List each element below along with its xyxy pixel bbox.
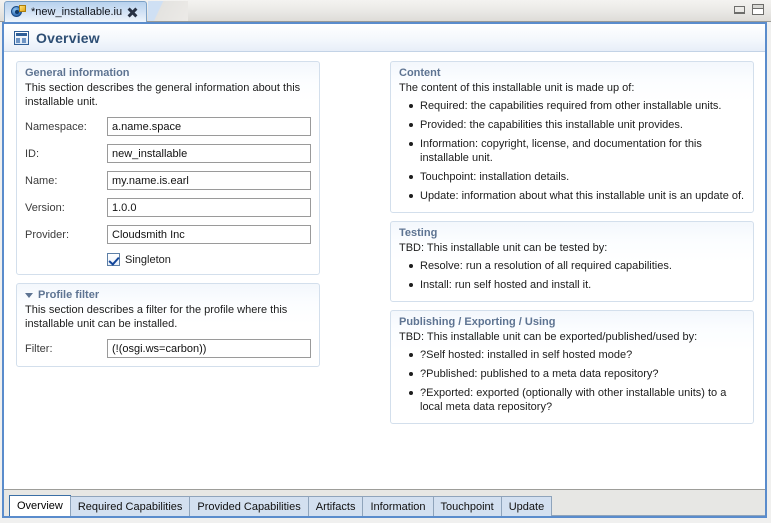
section-description-profile-filter: This section describes a filter for the … — [25, 304, 288, 330]
section-intro-testing: TBD: This installable unit can be tested… — [399, 242, 608, 254]
section-title-publishing: Publishing / Exporting / Using — [399, 316, 745, 328]
maximize-icon[interactable] — [752, 4, 764, 15]
tab-touchpoint[interactable]: Touchpoint — [432, 496, 502, 516]
field-row-filter: Filter: — [25, 339, 311, 358]
section-intro-content: The content of this installable unit is … — [399, 82, 635, 94]
editor-tab-new-installable[interactable]: *new_installable.iu — [4, 1, 148, 22]
field-row-name: Name: — [25, 171, 311, 190]
section-publishing: Publishing / Exporting / Using TBD: This… — [390, 310, 754, 424]
section-testing: Testing TBD: This installable unit can b… — [390, 221, 754, 302]
section-title-label: Publishing / Exporting / Using — [399, 316, 556, 328]
singleton-label: Singleton — [125, 253, 171, 266]
list-item: Provided: the capabilities this installa… — [409, 118, 745, 132]
eclipse-editor-window: *new_installable.iu Overview General inf… — [0, 0, 771, 523]
section-general-information: General information This section describ… — [16, 61, 320, 275]
editor-page-tabs: Overview Required Capabilities Provided … — [4, 489, 765, 516]
tab-required-capabilities[interactable]: Required Capabilities — [69, 496, 191, 516]
list-item: ?Published: published to a meta data rep… — [409, 367, 745, 381]
section-title-profile-filter[interactable]: Profile filter — [25, 289, 311, 301]
page-title: Overview — [36, 29, 100, 46]
list-item: ?Exported: exported (optionally with oth… — [409, 386, 745, 414]
section-title-general-information: General information — [25, 67, 311, 79]
list-item: Update: information about what this inst… — [409, 190, 745, 202]
testing-list: Resolve: run a resolution of all require… — [399, 259, 745, 292]
list-item: Touchpoint: installation details. — [409, 170, 745, 184]
minimize-icon[interactable] — [734, 5, 745, 14]
editor-tabstrip: *new_installable.iu — [0, 0, 771, 22]
field-row-version: Version: — [25, 198, 311, 217]
label-id: ID: — [25, 147, 40, 160]
namespace-input[interactable] — [107, 117, 311, 136]
section-title-content: Content — [399, 67, 745, 79]
section-title-label: General information — [25, 67, 130, 79]
content-list: Required: the capabilities required from… — [399, 99, 745, 203]
chevron-down-icon[interactable] — [25, 292, 33, 298]
tab-provided-capabilities[interactable]: Provided Capabilities — [189, 496, 309, 516]
list-item: Required: the capabilities required from… — [409, 99, 745, 113]
section-content: Content The content of this installable … — [390, 61, 754, 213]
field-row-provider: Provider: — [25, 225, 311, 244]
version-input[interactable] — [107, 198, 311, 217]
section-title-label: Testing — [399, 227, 438, 239]
left-column: General information This section describ… — [16, 61, 320, 375]
list-item: Information: copyright, license, and doc… — [409, 137, 745, 165]
label-version: Version: — [25, 201, 65, 214]
publishing-list: ?Self hosted: installed in self hosted m… — [399, 348, 745, 414]
tab-information[interactable]: Information — [362, 496, 434, 516]
field-row-namespace: Namespace: — [25, 117, 311, 136]
field-row-id: ID: — [25, 144, 311, 163]
label-name: Name: — [25, 174, 58, 187]
label-provider: Provider: — [25, 228, 70, 241]
list-item: ?Self hosted: installed in self hosted m… — [409, 348, 745, 362]
tab-artifacts[interactable]: Artifacts — [307, 496, 364, 516]
editor-body: Overview General information This sectio… — [2, 22, 767, 518]
filter-input[interactable] — [107, 339, 311, 358]
singleton-checkbox[interactable] — [107, 253, 120, 266]
label-namespace: Namespace: — [25, 120, 87, 133]
tab-curve-decoration — [148, 1, 188, 22]
section-title-label: Profile filter — [38, 289, 100, 301]
editor-tab-label: *new_installable.iu — [31, 6, 123, 18]
singleton-row: Singleton — [25, 253, 311, 266]
tab-overview[interactable]: Overview — [9, 495, 71, 516]
section-intro-publishing: TBD: This installable unit can be export… — [399, 331, 698, 343]
tab-update[interactable]: Update — [500, 496, 553, 516]
page-tabs-filler — [551, 495, 765, 516]
section-description-general-information: This section describes the general infor… — [25, 82, 301, 108]
label-filter: Filter: — [25, 342, 53, 355]
name-input[interactable] — [107, 171, 311, 190]
section-title-label: Content — [399, 67, 441, 79]
right-column: Content The content of this installable … — [390, 61, 754, 432]
overview-form-icon — [14, 30, 29, 45]
list-item: Install: run self hosted and install it. — [409, 278, 745, 292]
provider-input[interactable] — [107, 225, 311, 244]
form-header: Overview — [4, 24, 765, 52]
window-buttons — [734, 4, 764, 15]
close-icon[interactable] — [127, 7, 138, 18]
installable-unit-icon — [11, 5, 26, 19]
section-profile-filter: Profile filter This section describes a … — [16, 283, 320, 367]
form-scroll-area[interactable]: General information This section describ… — [4, 53, 765, 488]
id-input[interactable] — [107, 144, 311, 163]
section-title-testing: Testing — [399, 227, 745, 239]
list-item: Resolve: run a resolution of all require… — [409, 259, 745, 273]
